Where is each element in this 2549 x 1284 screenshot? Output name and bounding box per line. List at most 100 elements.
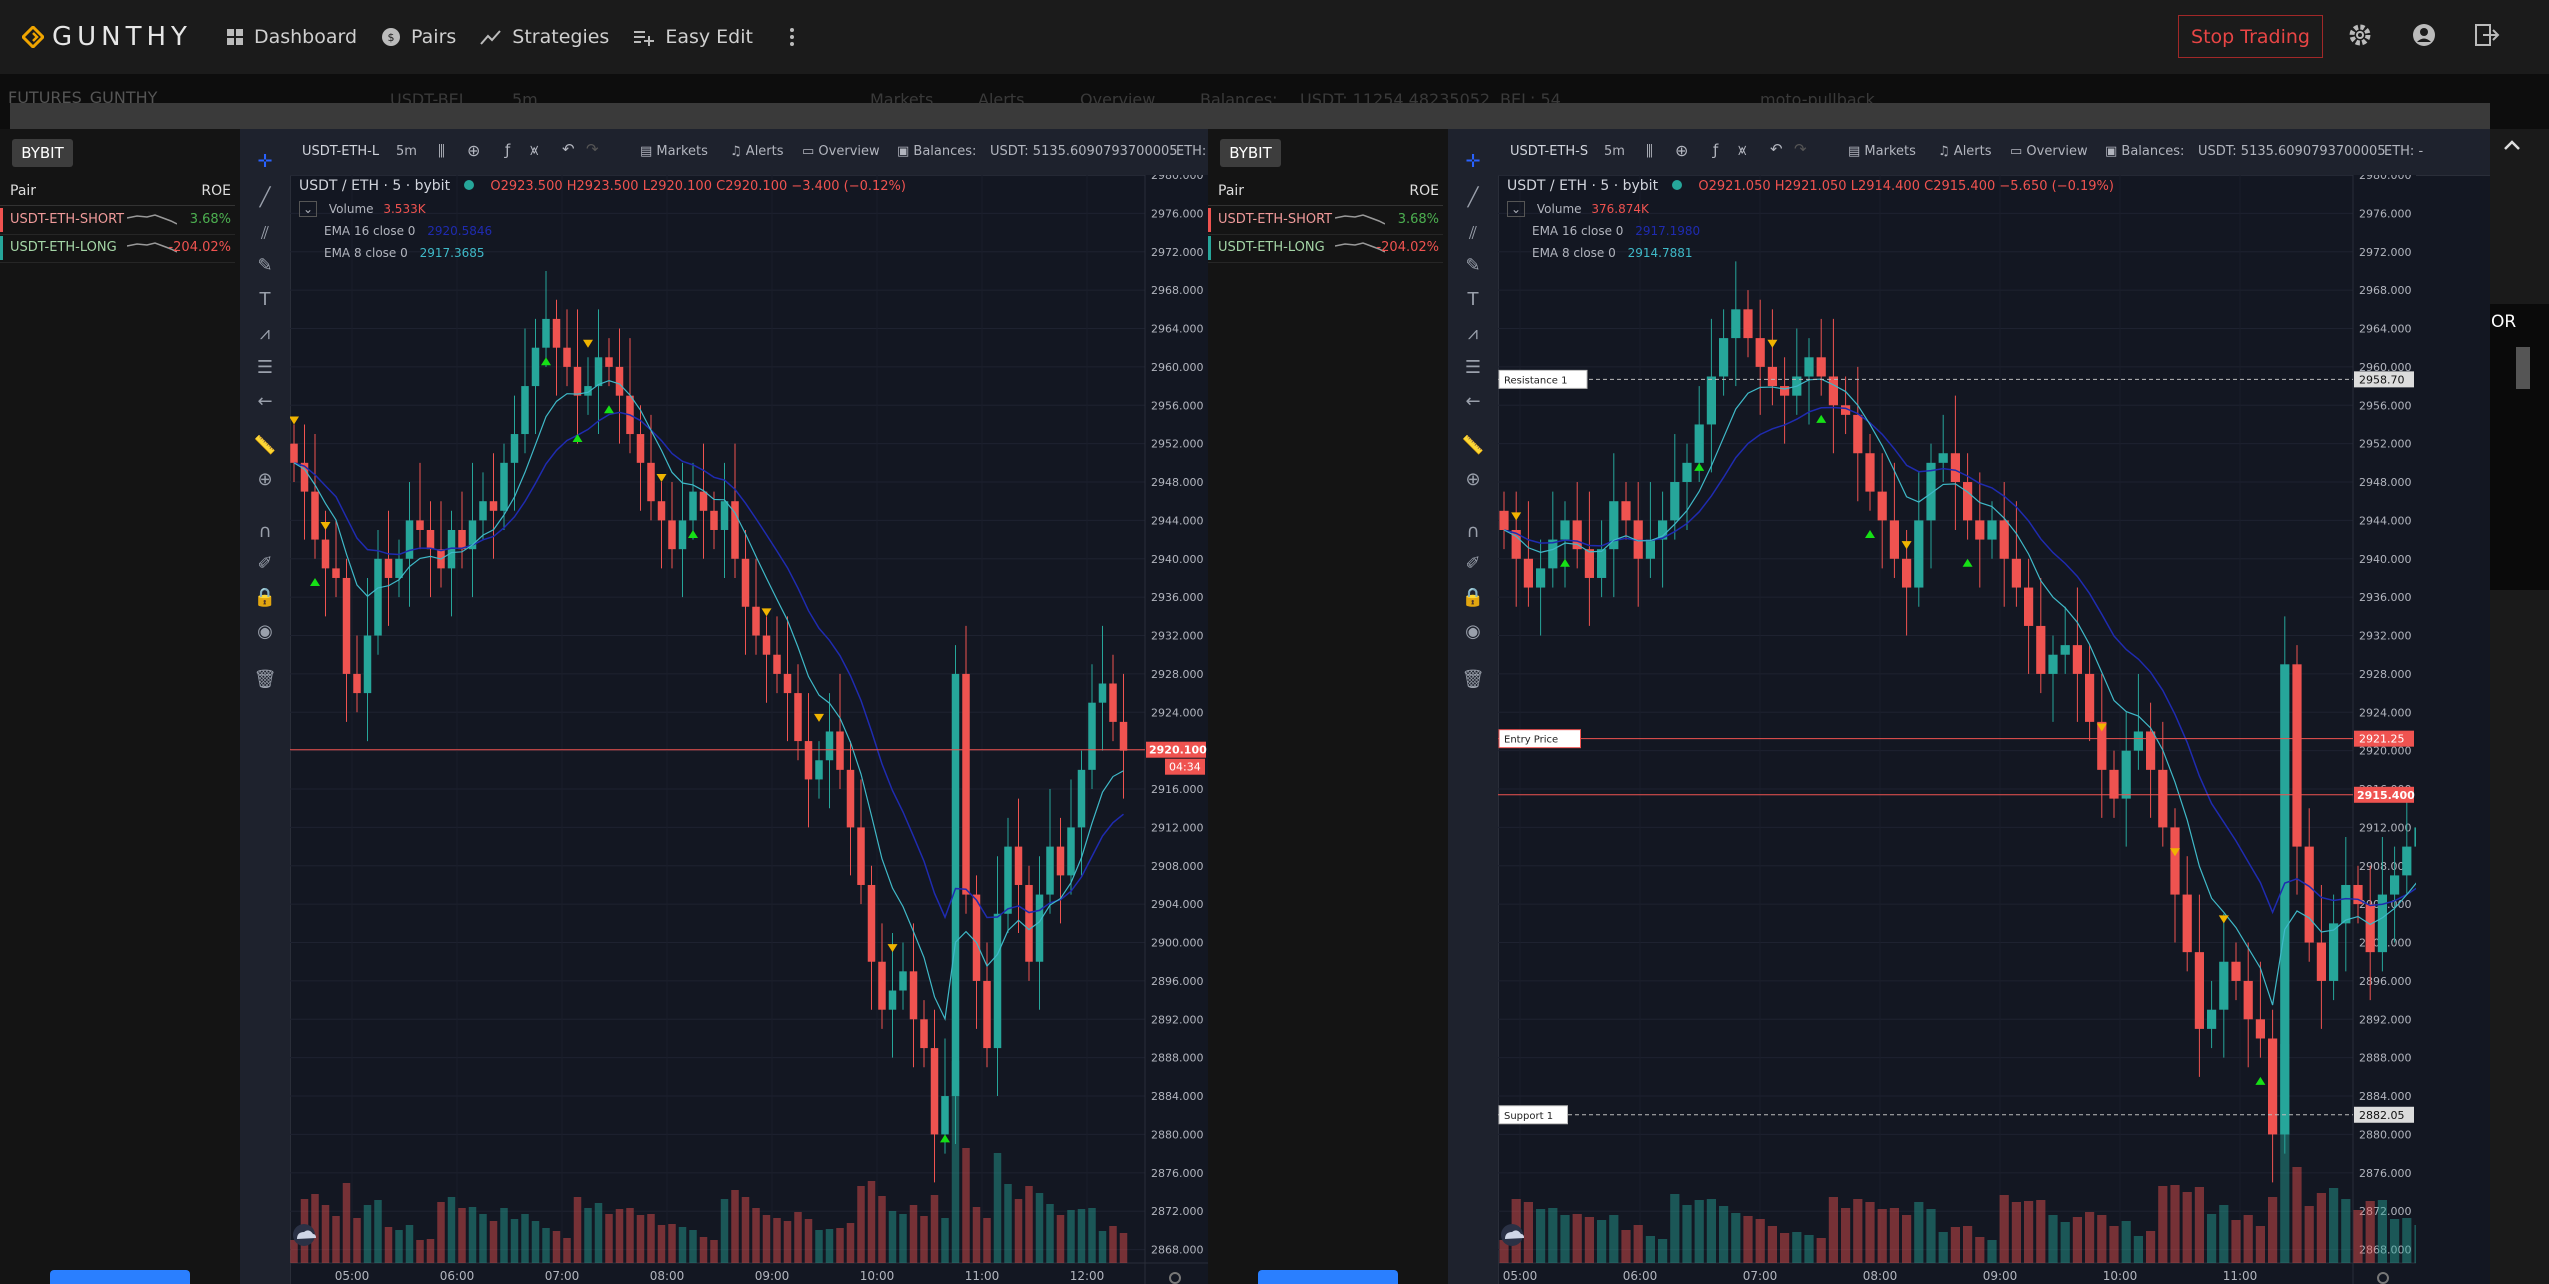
candle-body[interactable] <box>2219 961 2229 1010</box>
candle-body[interactable] <box>290 443 298 463</box>
balances-button[interactable]: ▣ Balances: <box>2105 144 2184 159</box>
stop-trading-button[interactable]: Stop Trading <box>2178 15 2323 58</box>
candle-body[interactable] <box>1755 338 1765 367</box>
forecast-icon[interactable]: ☰ <box>1458 355 1488 381</box>
candle-body[interactable] <box>1804 357 1814 377</box>
symbol-selector[interactable]: USDT-ETH-S <box>1510 144 1588 159</box>
candle-body[interactable] <box>342 577 351 674</box>
candle-body[interactable] <box>1987 520 1997 540</box>
candle-body[interactable] <box>2304 846 2314 943</box>
candle-body[interactable] <box>1035 894 1044 962</box>
candle-body[interactable] <box>941 1096 949 1135</box>
nav-dashboard[interactable]: Dashboard <box>226 26 357 48</box>
candle-body[interactable] <box>1780 386 1790 396</box>
candle-body[interactable] <box>783 673 792 694</box>
markets-button[interactable]: ▤ Markets <box>1848 144 1916 159</box>
candle-body[interactable] <box>2231 961 2241 981</box>
candle-body[interactable] <box>2207 1009 2217 1029</box>
candle-body[interactable] <box>1865 453 1875 492</box>
nav-easy-edit[interactable]: Easy Edit <box>633 26 753 48</box>
candle-body[interactable] <box>426 529 435 550</box>
overview-button[interactable]: ▭ Overview <box>2010 144 2088 159</box>
pair-row[interactable]: USDT-ETH-SHORT 3.68% <box>1208 206 1443 235</box>
scrollbar-thumb[interactable] <box>2516 347 2530 389</box>
candle-body[interactable] <box>1670 482 1680 521</box>
crosshair-icon[interactable]: ✛ <box>1458 149 1488 175</box>
back-arrow-icon[interactable]: ← <box>1458 389 1488 415</box>
candle-body[interactable] <box>2011 558 2021 588</box>
candle-body[interactable] <box>1877 491 1887 521</box>
candle-body[interactable] <box>899 971 907 991</box>
candle-body[interactable] <box>962 673 970 895</box>
add-pair-button[interactable] <box>1258 1270 1398 1284</box>
candle-body[interactable] <box>867 884 876 962</box>
candle-body[interactable] <box>1056 846 1065 876</box>
candle-body[interactable] <box>741 558 750 607</box>
candle-body[interactable] <box>1077 769 1086 828</box>
candle-body[interactable] <box>489 501 498 511</box>
candle-body[interactable] <box>930 1048 939 1135</box>
candle-body[interactable] <box>500 462 508 511</box>
nav-strategies[interactable]: Strategies <box>480 26 609 48</box>
exchange-button[interactable]: BYBIT <box>1220 139 1281 167</box>
candle-body[interactable] <box>1597 549 1607 578</box>
candle-body[interactable] <box>2402 846 2412 876</box>
candle-body[interactable] <box>2121 750 2131 799</box>
fib-icon[interactable]: ⫽ <box>1458 221 1488 247</box>
candle-body[interactable] <box>374 558 382 636</box>
candle-body[interactable] <box>1584 549 1594 578</box>
candle-body[interactable] <box>1645 539 1655 559</box>
candle-body[interactable] <box>2036 625 2046 674</box>
candle-body[interactable] <box>2194 952 2204 1029</box>
candle-body[interactable] <box>2182 894 2192 953</box>
indicators-icon[interactable]: ƒ <box>1713 141 1718 159</box>
magnet-icon[interactable]: ∩ <box>250 519 280 545</box>
add-compare-icon[interactable]: ⊕ <box>467 141 480 160</box>
candle-body[interactable] <box>1025 884 1033 962</box>
trendline-icon[interactable]: ╱ <box>250 185 280 211</box>
candle-body[interactable] <box>815 760 823 780</box>
candle-body[interactable] <box>1046 846 1054 895</box>
candle-body[interactable] <box>794 693 802 742</box>
candle-body[interactable] <box>1548 539 1558 569</box>
candle-body[interactable] <box>1938 453 1948 463</box>
candle-body[interactable] <box>2414 827 2416 847</box>
candle-body[interactable] <box>1767 366 1777 387</box>
candle-body[interactable] <box>1119 721 1128 751</box>
candle-body[interactable] <box>2146 731 2156 770</box>
candle-body[interactable] <box>993 913 1002 1049</box>
candle-body[interactable] <box>1098 683 1107 703</box>
pattern-icon[interactable]: ⩘ <box>250 321 280 347</box>
candle-body[interactable] <box>2133 731 2143 751</box>
candle-body[interactable] <box>657 501 666 521</box>
candle-body[interactable] <box>321 539 330 569</box>
candle-body[interactable] <box>825 731 834 761</box>
templates-icon[interactable]: ⩙ <box>1738 141 1746 159</box>
text-icon[interactable]: T <box>250 287 280 313</box>
candle-body[interactable] <box>1731 309 1741 339</box>
forecast-icon[interactable]: ☰ <box>250 355 280 381</box>
trendline-icon[interactable]: ╱ <box>1458 185 1488 211</box>
add-compare-icon[interactable]: ⊕ <box>1675 141 1688 160</box>
candle-body[interactable] <box>846 769 855 828</box>
nav-pairs[interactable]: $ Pairs <box>381 26 456 48</box>
candle-type-icon[interactable]: ⫼ <box>438 142 445 160</box>
candle-body[interactable] <box>458 529 466 550</box>
back-arrow-icon[interactable]: ← <box>250 389 280 415</box>
candle-body[interactable] <box>2292 664 2302 847</box>
ruler-icon[interactable]: 📏 <box>250 433 280 459</box>
ruler-icon[interactable]: 📏 <box>1458 433 1488 459</box>
candle-body[interactable] <box>1889 520 1899 559</box>
candle-body[interactable] <box>2390 875 2400 895</box>
candle-body[interactable] <box>2280 664 2290 1135</box>
price-chart[interactable]: 2980.000 2976.000 2972.000 2968.000 2964.000… <box>290 175 1208 1284</box>
candle-body[interactable] <box>1828 376 1838 406</box>
magnet-icon[interactable]: ∩ <box>1458 519 1488 545</box>
markets-button[interactable]: ▤ Markets <box>640 144 708 159</box>
candle-body[interactable] <box>2024 587 2034 626</box>
candle-body[interactable] <box>720 501 729 530</box>
candle-body[interactable] <box>710 510 718 530</box>
candle-body[interactable] <box>668 520 676 550</box>
candle-body[interactable] <box>878 961 886 1010</box>
candle-body[interactable] <box>1067 827 1075 876</box>
